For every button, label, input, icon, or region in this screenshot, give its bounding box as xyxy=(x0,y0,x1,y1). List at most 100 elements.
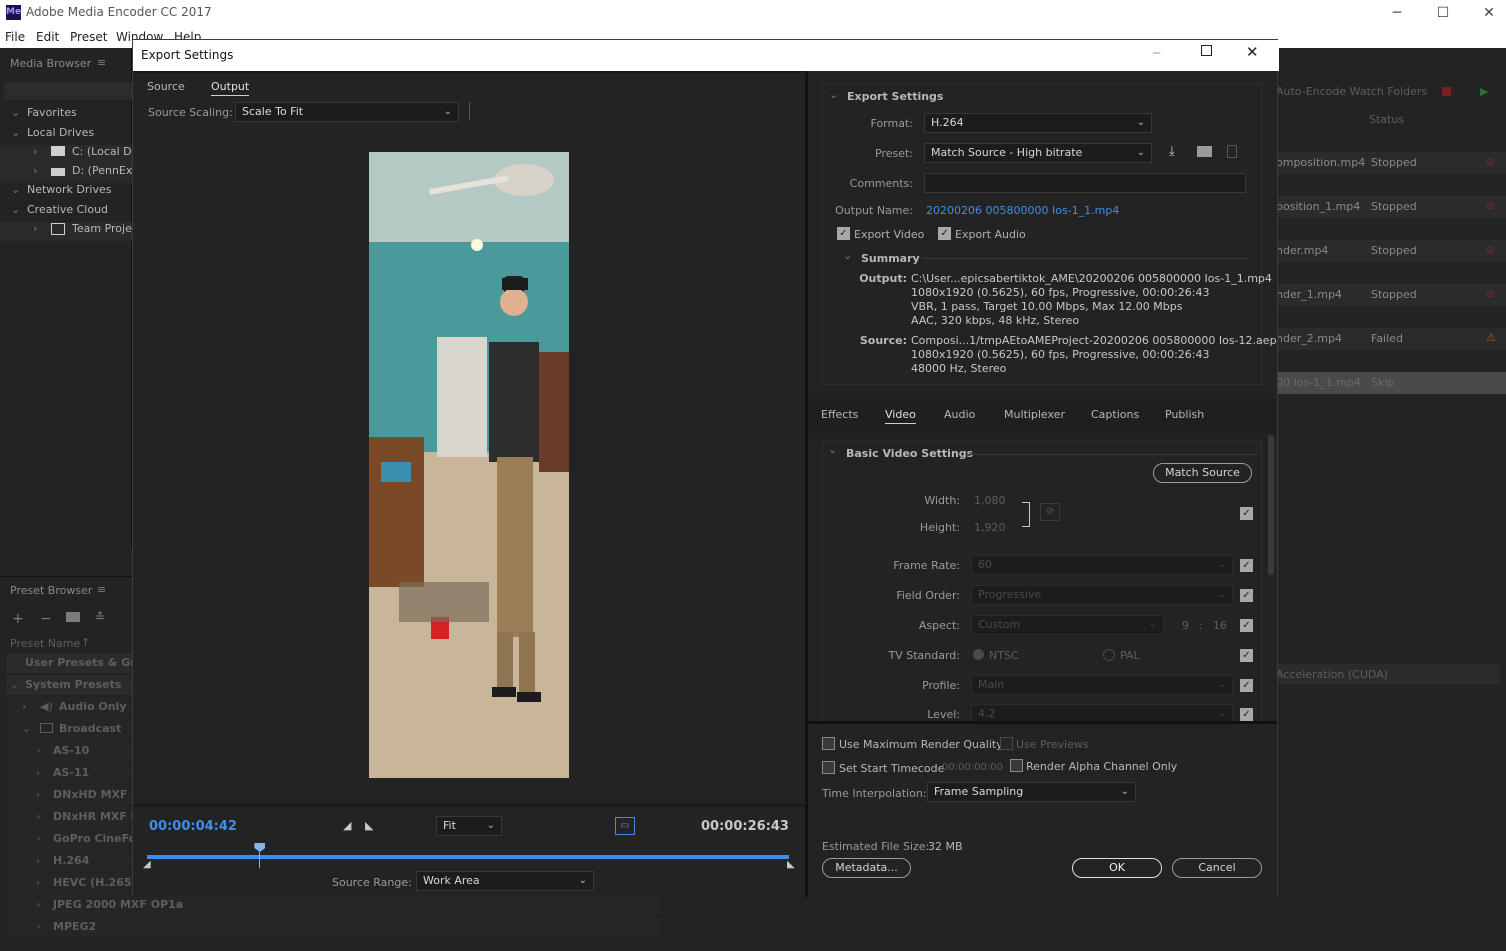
frame-rate-select[interactable]: 60 ⌄ xyxy=(971,555,1233,575)
chevron-down-icon[interactable]: ⌄ xyxy=(829,88,838,101)
match-source-button[interactable]: Match Source xyxy=(1153,463,1252,483)
time-interpolation-select[interactable]: Frame Sampling ⌄ xyxy=(927,782,1136,802)
set-out-point-icon[interactable]: ◣ xyxy=(365,819,373,832)
work-area-start-icon[interactable]: ◢ xyxy=(143,859,151,870)
tab-captions[interactable]: Captions xyxy=(1091,408,1139,421)
export-video-checkbox[interactable]: ✓ xyxy=(837,227,850,240)
aspect-select[interactable]: Custom ⌄ xyxy=(971,615,1164,635)
tree-creative-cloud[interactable]: ⌄ Creative Cloud xyxy=(0,203,132,222)
tab-video[interactable]: Video xyxy=(885,408,916,424)
format-select[interactable]: H.264 ⌄ xyxy=(924,113,1152,133)
minimize-button[interactable]: ─ xyxy=(1374,0,1420,26)
add-preset-icon[interactable]: + xyxy=(12,611,24,627)
start-queue-icon[interactable]: ▶ xyxy=(1480,85,1488,98)
work-area-end-icon[interactable]: ◣ xyxy=(787,859,795,870)
menu-edit[interactable]: Edit xyxy=(36,30,59,44)
watch-folders-tab[interactable]: Auto-Encode Watch Folders xyxy=(1276,85,1427,98)
tree-local-drives[interactable]: ⌄ Local Drives xyxy=(0,126,132,145)
source-range-select[interactable]: Work Area ⌄ xyxy=(416,871,594,891)
set-in-point-icon[interactable]: ◢ xyxy=(343,819,351,832)
import-preset-icon[interactable] xyxy=(1197,146,1212,157)
dialog-maximize-icon[interactable] xyxy=(1201,45,1212,56)
preset-mpeg2[interactable]: › MPEG2 xyxy=(6,917,660,937)
menu-file[interactable]: File xyxy=(5,30,25,44)
aspect-checkbox[interactable]: ✓ xyxy=(1240,619,1253,632)
video-frame-image xyxy=(369,152,569,778)
queue-row[interactable]: omposition.mp4 Stopped ⊘ xyxy=(1276,152,1506,174)
tree-team-projects[interactable]: › Team Projec xyxy=(0,222,132,241)
queue-row[interactable]: position_1.mp4 Stopped ⊘ xyxy=(1276,196,1506,218)
dialog-close-icon[interactable]: ✕ xyxy=(1246,43,1259,61)
delete-preset-icon[interactable] xyxy=(1227,145,1237,158)
pal-radio[interactable] xyxy=(1103,649,1115,661)
width-value[interactable]: 1,080 xyxy=(974,494,1006,507)
aspect-width[interactable]: 9 xyxy=(1182,619,1189,632)
maximize-button[interactable]: ☐ xyxy=(1420,0,1466,26)
render-alpha-checkbox[interactable] xyxy=(1010,759,1023,772)
close-button[interactable]: ✕ xyxy=(1466,0,1506,26)
queue-row[interactable]: nder.mp4 Stopped ⊘ xyxy=(1276,240,1506,262)
basic-video-header: Basic Video Settings xyxy=(846,447,974,460)
tab-audio[interactable]: Audio xyxy=(944,408,975,421)
height-value[interactable]: 1,920 xyxy=(974,521,1006,534)
queue-row[interactable]: nder_2.mp4 Failed ⚠ xyxy=(1276,328,1506,350)
tab-output[interactable]: Output xyxy=(211,80,250,96)
tab-publish[interactable]: Publish xyxy=(1165,408,1204,421)
tree-drive-c[interactable]: › C: (Local Di xyxy=(0,145,132,164)
aspect-height[interactable]: 16 xyxy=(1213,619,1227,632)
zoom-select[interactable]: Fit ⌄ xyxy=(436,816,502,836)
ntsc-label: NTSC xyxy=(989,649,1019,662)
profile-select[interactable]: Main ⌄ xyxy=(971,675,1233,695)
crop-output-icon[interactable]: ▭ xyxy=(615,817,635,835)
field-order-select[interactable]: Progressive ⌄ xyxy=(971,585,1233,605)
tab-effects[interactable]: Effects xyxy=(821,408,858,421)
queue-row-selected[interactable]: 00 Ios-1_1.mp4 Skip xyxy=(1276,372,1506,394)
tree-favorites[interactable]: ⌄ Favorites xyxy=(0,106,132,125)
tv-standard-checkbox[interactable]: ✓ xyxy=(1240,649,1253,662)
tree-network-drives[interactable]: ⌄ Network Drives xyxy=(0,183,132,202)
cancel-button[interactable]: Cancel xyxy=(1172,858,1262,878)
profile-checkbox[interactable]: ✓ xyxy=(1240,679,1253,692)
level-select[interactable]: 4.2 ⌄ xyxy=(971,704,1233,721)
remove-preset-icon[interactable]: − xyxy=(40,611,52,627)
queue-row[interactable]: nder_1.mp4 Stopped ⊘ xyxy=(1276,284,1506,306)
ntsc-radio[interactable] xyxy=(973,649,984,660)
preset-name-header[interactable]: Preset Name xyxy=(10,637,80,650)
playhead[interactable] xyxy=(254,843,266,869)
renderer-select[interactable]: Acceleration (CUDA) xyxy=(1276,664,1500,684)
ok-button[interactable]: OK xyxy=(1072,858,1162,878)
chevron-down-icon[interactable]: ⌄ xyxy=(828,443,837,456)
metadata-button[interactable]: Metadata... xyxy=(822,858,911,878)
tab-source[interactable]: Source xyxy=(147,80,185,93)
menu-preset[interactable]: Preset xyxy=(70,30,107,44)
tree-drive-d[interactable]: › D: (PennExt xyxy=(0,164,132,183)
comments-field[interactable] xyxy=(924,173,1246,193)
max-render-quality-checkbox[interactable] xyxy=(822,737,835,750)
width-override-checkbox[interactable]: ✓ xyxy=(1240,507,1253,520)
output-name-link[interactable]: 20200206 005800000 Ios-1_1.mp4 xyxy=(926,204,1119,217)
frame-rate-checkbox[interactable]: ✓ xyxy=(1240,559,1253,572)
level-checkbox[interactable]: ✓ xyxy=(1240,708,1253,721)
settings-scrollbar[interactable] xyxy=(1268,435,1274,575)
current-timecode[interactable]: 00:00:04:42 xyxy=(149,819,237,834)
panel-menu-icon[interactable]: ≡ xyxy=(97,56,106,69)
panel-menu-icon[interactable]: ≡ xyxy=(97,583,106,596)
tab-multiplexer[interactable]: Multiplexer xyxy=(1004,408,1065,421)
stop-queue-icon[interactable] xyxy=(1442,87,1451,96)
preset-settings-icon[interactable]: ≛ xyxy=(95,610,105,624)
chevron-down-icon[interactable]: ⌄ xyxy=(843,249,852,262)
folder-icon[interactable] xyxy=(66,612,80,622)
source-scaling-select[interactable]: Scale To Fit ⌄ xyxy=(235,102,459,122)
set-start-timecode-checkbox[interactable] xyxy=(822,761,835,774)
export-audio-checkbox[interactable]: ✓ xyxy=(938,227,951,240)
save-preset-icon[interactable]: ⤓ xyxy=(1169,144,1175,159)
preset-select[interactable]: Match Source - High bitrate ⌄ xyxy=(924,143,1152,163)
preset-jpeg2000[interactable]: › JPEG 2000 MXF OP1a xyxy=(6,895,660,915)
start-timecode-value[interactable]: 00:00:00:00 xyxy=(942,762,1003,773)
dialog-minimize-icon[interactable]: ─ xyxy=(1153,46,1160,60)
link-dimensions-icon[interactable]: ⊘ xyxy=(1040,503,1060,521)
status-column-header[interactable]: Status xyxy=(1369,113,1404,126)
field-order-checkbox[interactable]: ✓ xyxy=(1240,589,1253,602)
use-previews-checkbox[interactable] xyxy=(1000,737,1013,750)
timeline-bar[interactable] xyxy=(147,855,789,859)
